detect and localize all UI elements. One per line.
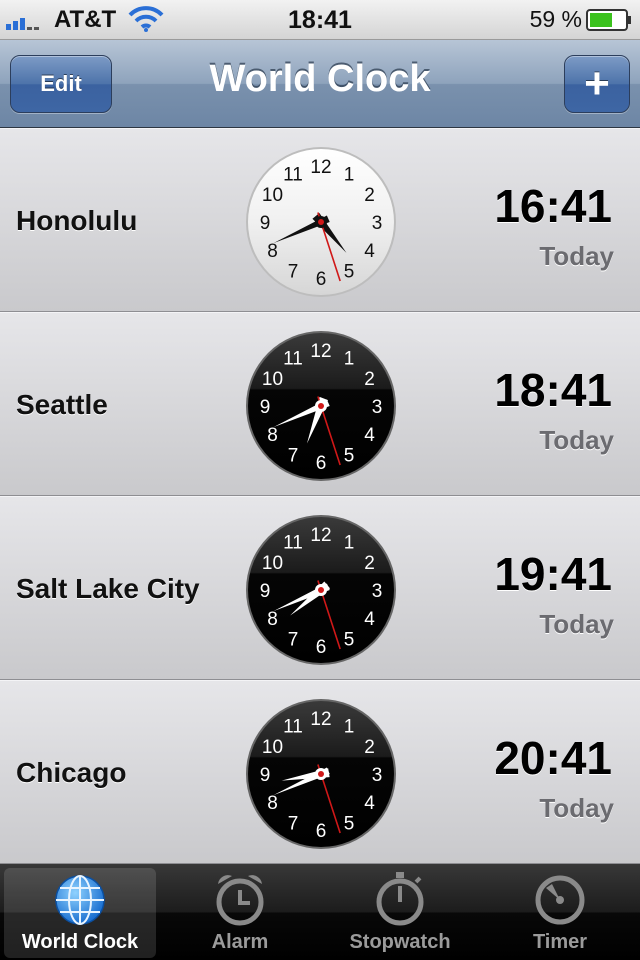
clock-number: 8 — [267, 425, 278, 446]
tab-bar: World Clock Alarm Stopwatch Timer — [0, 864, 640, 960]
clock-number: 6 — [316, 453, 327, 474]
clock-number: 2 — [364, 369, 375, 390]
clock-number: 11 — [283, 165, 303, 186]
globe-icon — [55, 875, 105, 925]
clock-number: 12 — [310, 525, 331, 546]
add-clock-button[interactable]: + — [564, 55, 630, 113]
clock-number: 6 — [316, 269, 327, 290]
clock-time: 18:41 — [494, 364, 612, 416]
clock-number: 7 — [288, 629, 299, 650]
analog-clock-icon: 12 12 3 45678 9 1011 — [246, 147, 396, 297]
clock-day: Today — [539, 609, 614, 639]
clock-day: Today — [539, 793, 614, 823]
page-title: World Clock — [209, 58, 431, 100]
world-clock-list: Honolulu 12 1 2 3 4 5 6 7 8 9 10 11 16:41 Today Sea… — [0, 128, 640, 864]
battery-icon — [586, 9, 631, 31]
clock-number: 2 — [364, 553, 375, 574]
clock-number: 12 — [310, 341, 331, 362]
clock-number: 5 — [344, 629, 355, 650]
clock-number: 8 — [267, 241, 278, 262]
clock-number: 10 — [262, 553, 283, 574]
clock-number: 5 — [344, 261, 355, 282]
battery-percent: 59 % — [529, 6, 582, 32]
tab-alarm[interactable]: Alarm — [164, 868, 316, 958]
clock-number: 1 — [344, 165, 355, 186]
clock-time: 20:41 — [494, 732, 612, 784]
clock-number: 1 — [344, 533, 355, 554]
clock-row-salt-lake-city[interactable]: Salt Lake City 12 1 2 3 4 5 6 7 8 9 10 11 19:41 Tod… — [0, 496, 640, 680]
clock-number: 4 — [364, 425, 375, 446]
clock-number: 5 — [344, 813, 355, 834]
clock-number: 1 — [344, 717, 355, 738]
clock-number: 4 — [364, 241, 375, 262]
clock-number: 8 — [267, 793, 278, 814]
clock-number: 7 — [288, 261, 299, 282]
tab-stopwatch[interactable]: Stopwatch — [324, 868, 476, 958]
clock-row-seattle[interactable]: Seattle 12 1 2 3 4 5 6 7 8 9 10 11 18:41 Today — [0, 312, 640, 496]
timer-icon — [535, 875, 585, 925]
clock-number: 5 — [344, 445, 355, 466]
clock-number: 10 — [262, 185, 283, 206]
navigation-bar: Edit World Clock + — [0, 40, 640, 128]
clock-number: 11 — [283, 717, 303, 738]
clock-day: Today — [539, 425, 614, 455]
tab-timer[interactable]: Timer — [484, 868, 636, 958]
clock-number: 3 — [372, 765, 383, 786]
city-name: Chicago — [16, 757, 127, 788]
clock-number: 9 — [260, 765, 271, 786]
clock-number: 6 — [316, 821, 327, 842]
clock-number: 8 — [267, 609, 278, 630]
clock-number: 7 — [288, 813, 299, 834]
clock-row-chicago[interactable]: Chicago 12 1 2 3 4 5 6 7 8 9 10 11 20:41 Today — [0, 680, 640, 864]
stopwatch-icon — [376, 872, 424, 926]
clock-number: 9 — [260, 397, 271, 418]
clock-number: 4 — [364, 793, 375, 814]
clock-number: 9 — [260, 213, 271, 234]
clock-time: 16:41 — [494, 180, 612, 232]
analog-clock-icon: 12 12 3 45678 9 1011 — [246, 515, 396, 665]
clock-number: 3 — [372, 581, 383, 602]
clock-number: 10 — [262, 737, 283, 758]
clock-number: 3 — [372, 213, 383, 234]
city-name: Honolulu — [16, 205, 138, 236]
tab-world-clock[interactable]: World Clock — [4, 868, 156, 958]
clock-row-honolulu[interactable]: Honolulu 12 1 2 3 4 5 6 7 8 9 10 11 16:41 Today — [0, 128, 640, 312]
clock-day: Today — [539, 241, 614, 271]
analog-clock-icon: 12 12 3 45678 9 1011 — [246, 699, 396, 849]
clock-number: 12 — [310, 709, 331, 730]
analog-clock-icon: 12 12 3 45678 9 1011 — [246, 331, 396, 481]
clock-number: 3 — [372, 397, 383, 418]
city-name: Salt Lake City — [16, 573, 200, 604]
clock-number: 9 — [260, 581, 271, 602]
clock-number: 10 — [262, 369, 283, 390]
city-name: Seattle — [16, 389, 108, 420]
tab-label: World Clock — [21, 931, 139, 953]
clock-number: 7 — [288, 445, 299, 466]
status-bar: AT&T 18:41 59 % — [0, 0, 640, 40]
clock-number: 4 — [364, 609, 375, 630]
clock-number: 6 — [316, 637, 327, 658]
tab-label: Alarm — [211, 931, 269, 953]
clock-number: 12 — [310, 157, 331, 178]
tab-label: Timer — [532, 931, 588, 953]
clock-time: 19:41 — [494, 548, 612, 600]
clock-number: 2 — [364, 737, 375, 758]
tab-label: Stopwatch — [349, 931, 451, 953]
clock-number: 11 — [283, 533, 303, 554]
clock-number: 2 — [364, 185, 375, 206]
clock-number: 1 — [344, 349, 355, 370]
clock-number: 11 — [283, 349, 303, 370]
alarm-clock-icon — [216, 875, 264, 926]
